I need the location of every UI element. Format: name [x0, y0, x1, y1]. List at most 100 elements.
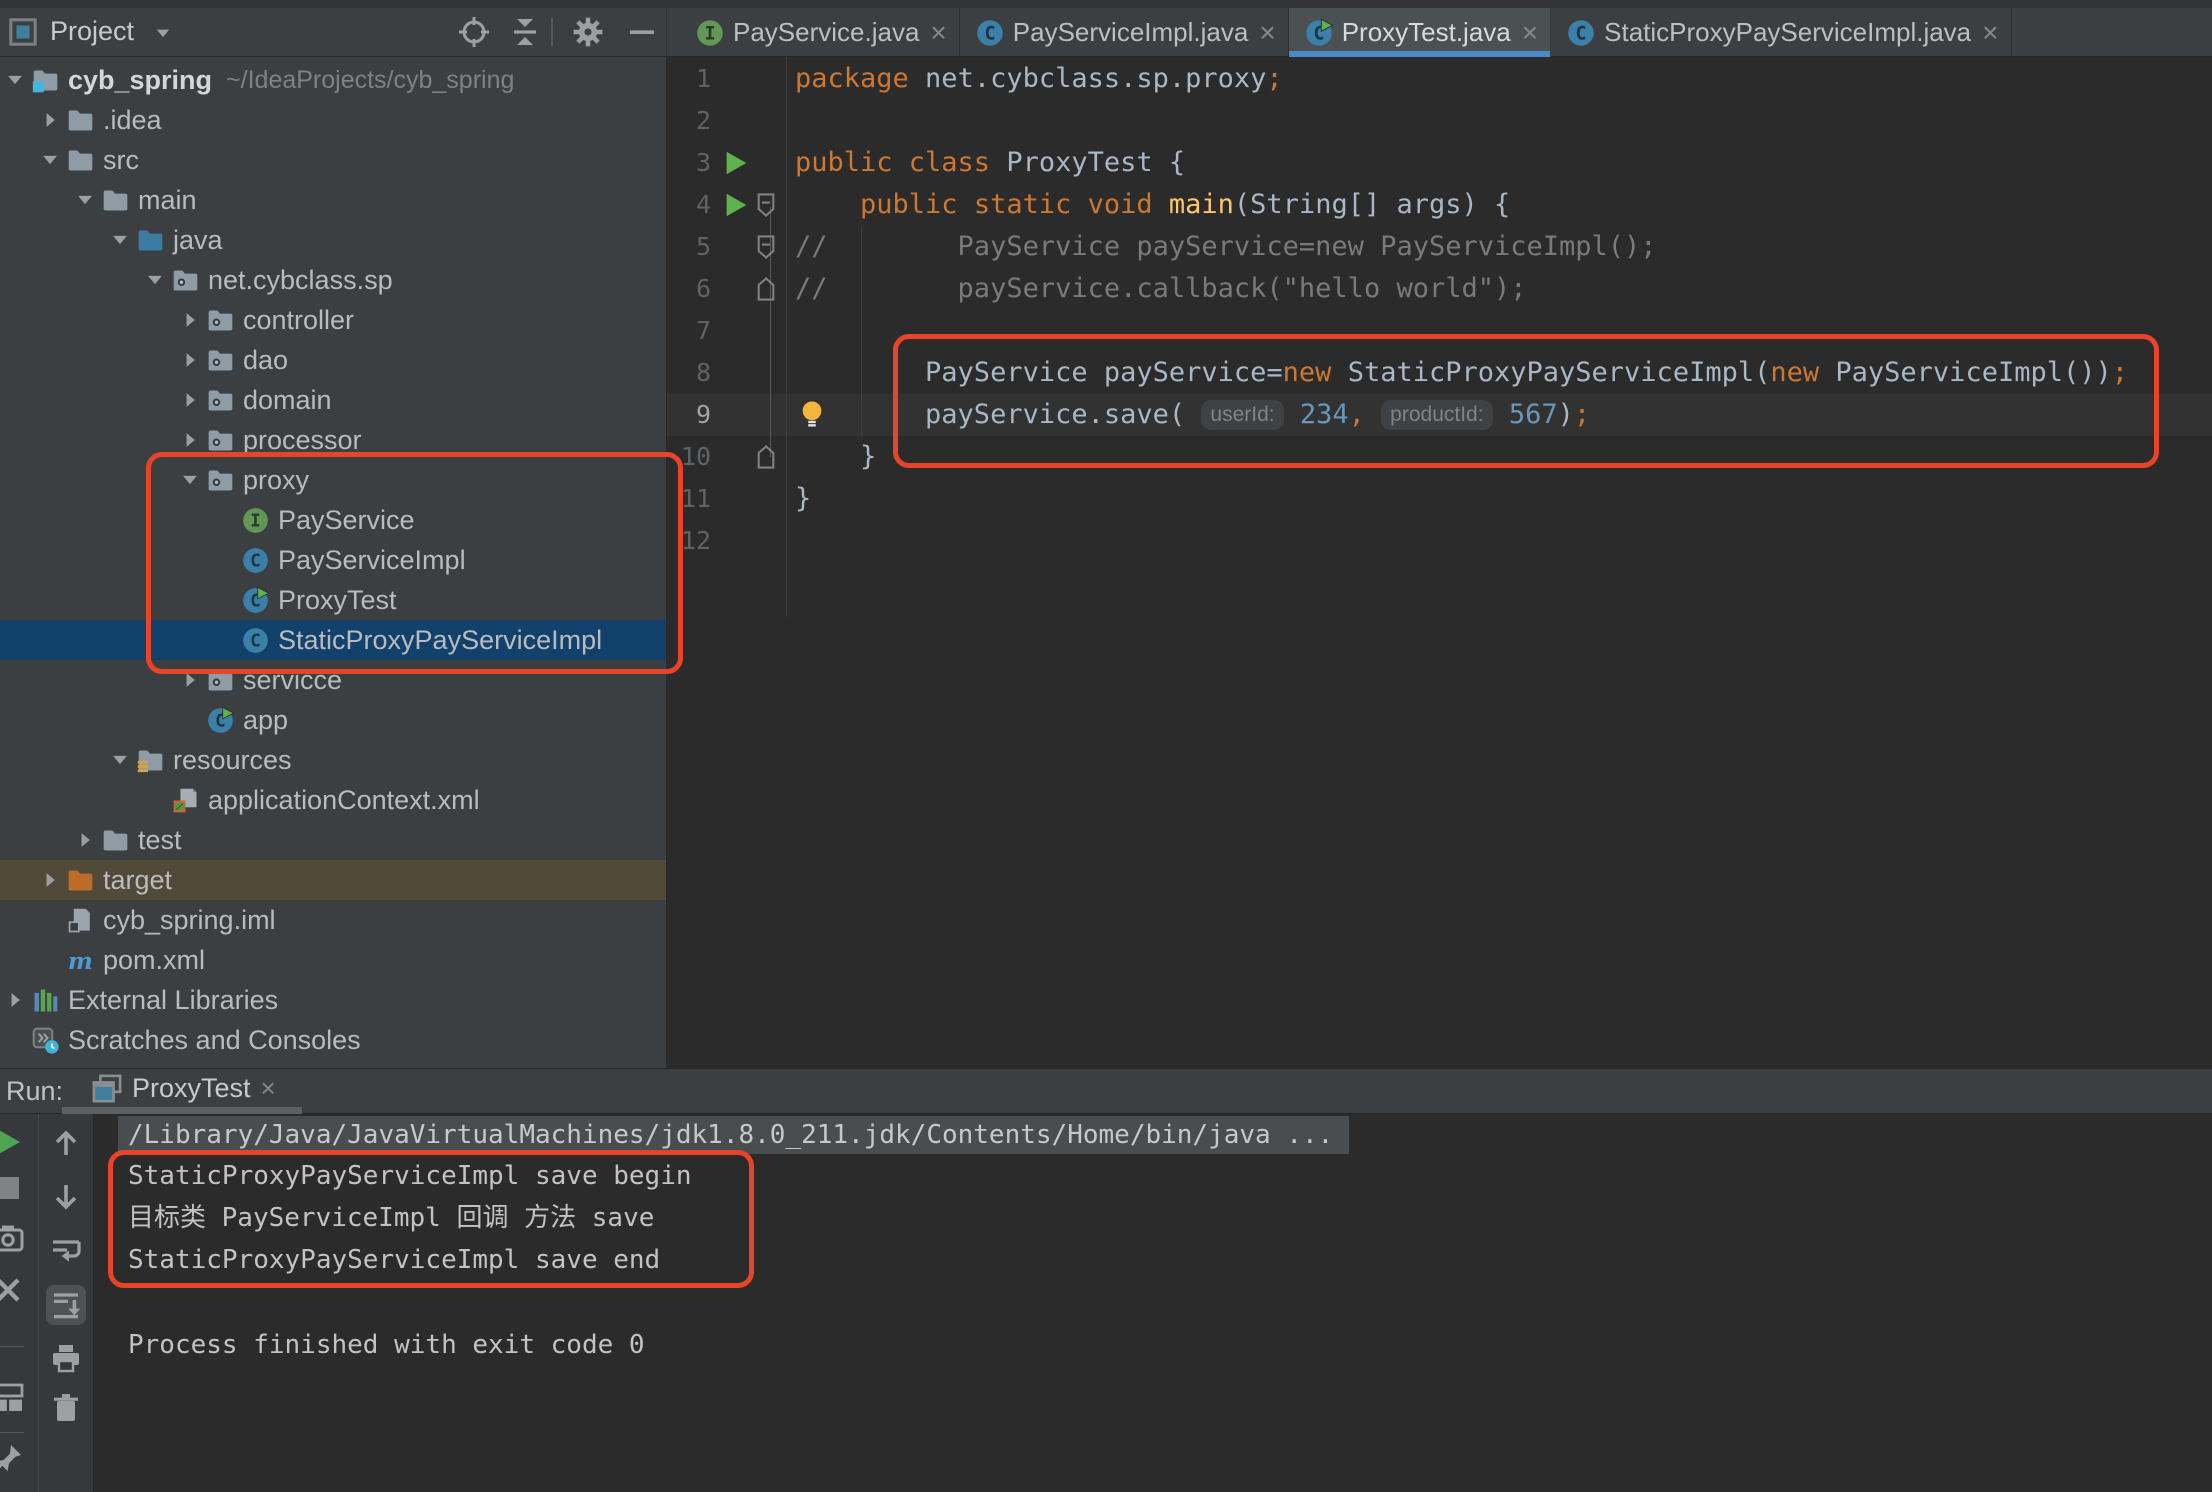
console-output[interactable]: /Library/Java/JavaVirtualMachines/jdk1.8… — [94, 1114, 2212, 1492]
chevron-right-icon[interactable] — [179, 309, 207, 331]
editor-tab-bar: IPayService.java×CPayServiceImpl.java×CP… — [680, 8, 2012, 57]
gear-icon[interactable] — [572, 16, 604, 48]
tree-item-label: pom.xml — [103, 945, 205, 976]
tree-item-payservice[interactable]: IPayService — [0, 500, 667, 540]
editor-tab-payserviceimpl-java[interactable]: CPayServiceImpl.java× — [960, 8, 1289, 57]
tree-item-label: servicce — [243, 665, 342, 696]
class-run-icon: C — [207, 707, 234, 734]
tree-item-pom-xml[interactable]: mpom.xml — [0, 940, 667, 980]
tree-item-cyb-spring-iml[interactable]: cyb_spring.iml — [0, 900, 667, 940]
tool-window-icon[interactable] — [8, 17, 38, 47]
line-number: 11 — [667, 478, 711, 520]
layout-icon[interactable] — [0, 1382, 24, 1414]
tree-item-applicationcontext-xml[interactable]: applicationContext.xml — [0, 780, 667, 820]
chevron-right-icon[interactable] — [39, 869, 67, 891]
line-number: 2 — [667, 100, 711, 142]
pin-icon[interactable] — [0, 1442, 24, 1474]
chevron-right-icon[interactable] — [39, 109, 67, 131]
tree-item-domain[interactable]: domain — [0, 380, 667, 420]
tree-item-payserviceimpl[interactable]: CPayServiceImpl — [0, 540, 667, 580]
close-icon[interactable]: × — [261, 1073, 276, 1104]
chevron-down-icon[interactable] — [152, 22, 174, 44]
fold-close-icon[interactable] — [753, 276, 779, 302]
locate-file-icon[interactable] — [458, 16, 490, 48]
project-tree-panel[interactable]: cyb_spring~/IdeaProjects/cyb_spring.idea… — [0, 57, 667, 1068]
param-hint: userId: — [1201, 400, 1283, 430]
chevron-down-icon[interactable] — [4, 69, 32, 91]
tree-item-target[interactable]: target — [0, 860, 667, 900]
editor-panel[interactable]: 1package net.cybclass.sp.proxy;23public … — [667, 57, 2212, 1068]
run-gutter-icon[interactable] — [721, 190, 751, 220]
tree-item-servicce[interactable]: servicce — [0, 660, 667, 700]
clear-icon[interactable] — [50, 1392, 82, 1424]
chevron-right-icon[interactable] — [74, 829, 102, 851]
tree-item-net-cybclass-sp[interactable]: net.cybclass.sp — [0, 260, 667, 300]
scroll-end-icon[interactable] — [46, 1285, 86, 1325]
chevron-down-icon[interactable] — [109, 229, 137, 251]
tree-item-cyb-spring[interactable]: cyb_spring~/IdeaProjects/cyb_spring — [0, 60, 667, 100]
tree-item-label: resources — [173, 745, 292, 776]
tree-item-app[interactable]: Capp — [0, 700, 667, 740]
collapse-all-icon[interactable] — [509, 16, 541, 48]
down-icon[interactable] — [50, 1181, 82, 1213]
editor-tab-payservice-java[interactable]: IPayService.java× — [680, 8, 960, 57]
tree-item-proxy[interactable]: proxy — [0, 460, 667, 500]
camera-icon[interactable] — [0, 1222, 24, 1254]
tree-item-label: controller — [243, 305, 354, 336]
tree-item-java[interactable]: java — [0, 220, 667, 260]
print-icon[interactable] — [50, 1342, 82, 1374]
code-line-12: 12 — [667, 520, 2212, 562]
tree-item-processor[interactable]: processor — [0, 420, 667, 460]
toolbar-divider — [0, 1346, 24, 1347]
package-icon — [172, 267, 199, 294]
softwrap-icon[interactable] — [50, 1234, 82, 1266]
tree-item-main[interactable]: main — [0, 180, 667, 220]
tree-item-src[interactable]: src — [0, 140, 667, 180]
close-icon[interactable]: × — [930, 23, 946, 43]
tree-item-proxytest[interactable]: CProxyTest — [0, 580, 667, 620]
tree-item-idea[interactable]: .idea — [0, 100, 667, 140]
hide-panel-icon[interactable] — [626, 16, 658, 48]
editor-tab-proxytest-java[interactable]: CProxyTest.java× — [1289, 8, 1551, 57]
editor-tab-staticproxypayserviceimpl-java[interactable]: CStaticProxyPayServiceImpl.java× — [1551, 8, 2011, 57]
run-toolbar — [0, 1114, 94, 1492]
tree-item-scratches-and-consoles[interactable]: Scratches and Consoles — [0, 1020, 667, 1060]
svg-text:I: I — [250, 511, 261, 531]
run-gutter-icon[interactable] — [721, 148, 751, 178]
up-icon[interactable] — [50, 1127, 82, 1159]
project-dropdown-label[interactable]: Project — [50, 16, 134, 47]
tree-item-staticproxypayserviceimpl[interactable]: CStaticProxyPayServiceImpl — [0, 620, 667, 660]
folder-resources-icon — [137, 747, 164, 774]
chevron-right-icon[interactable] — [179, 389, 207, 411]
close-icon[interactable]: × — [1259, 23, 1275, 43]
interface-icon: I — [696, 19, 724, 47]
folder-sources-icon — [137, 227, 164, 254]
line-number: 8 — [667, 352, 711, 394]
chevron-down-icon[interactable] — [179, 469, 207, 491]
chevron-down-icon[interactable] — [109, 749, 137, 771]
fold-open-icon[interactable] — [753, 192, 779, 218]
chevron-down-icon[interactable] — [39, 149, 67, 171]
chevron-right-icon[interactable] — [4, 989, 32, 1011]
folder-icon — [102, 187, 129, 214]
chevron-right-icon[interactable] — [179, 429, 207, 451]
chevron-down-icon[interactable] — [74, 189, 102, 211]
rerun-icon[interactable] — [0, 1126, 24, 1158]
close-icon[interactable]: × — [1522, 23, 1538, 43]
run-tab-proxytest[interactable]: ProxyTest × — [92, 1073, 276, 1104]
fold-open-icon[interactable] — [753, 234, 779, 260]
chevron-right-icon[interactable] — [179, 349, 207, 371]
run-label: Run: — [6, 1076, 63, 1107]
tree-item-controller[interactable]: controller — [0, 300, 667, 340]
tree-item-external-libraries[interactable]: External Libraries — [0, 980, 667, 1020]
tree-item-dao[interactable]: dao — [0, 340, 667, 380]
fold-close-icon[interactable] — [753, 444, 779, 470]
close-icon[interactable]: × — [1982, 23, 1998, 43]
stop-icon[interactable] — [0, 1172, 24, 1204]
kill-icon[interactable] — [0, 1274, 24, 1306]
tree-item-test[interactable]: test — [0, 820, 667, 860]
tree-item-label: External Libraries — [68, 985, 278, 1016]
chevron-down-icon[interactable] — [144, 269, 172, 291]
chevron-right-icon[interactable] — [179, 669, 207, 691]
tree-item-resources[interactable]: resources — [0, 740, 667, 780]
